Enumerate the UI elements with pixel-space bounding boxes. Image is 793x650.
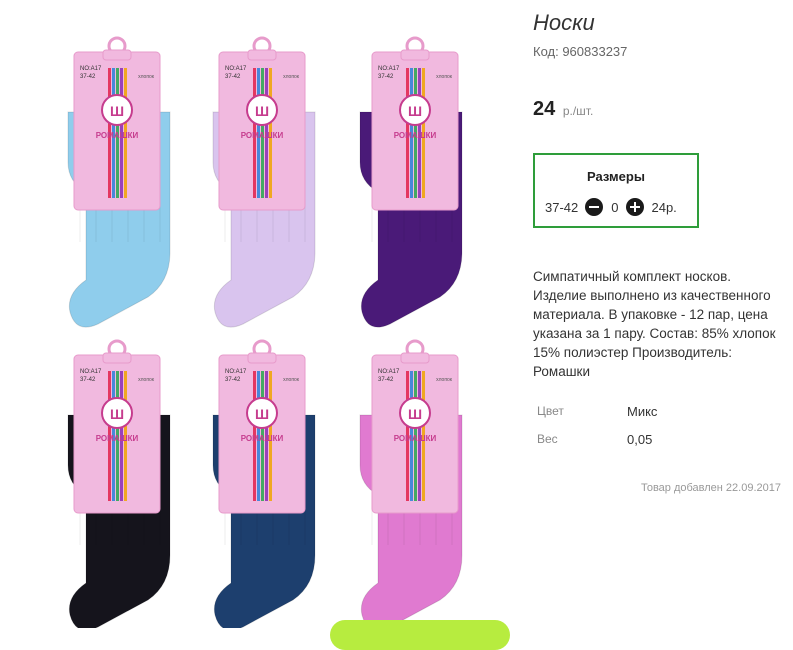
product-photo: Ш РОМАШКИ NO:A17 37-42 хлопок Ш РОМАШКИ NO:A17 3… <box>0 0 520 628</box>
svg-text:NO:A17: NO:A17 <box>378 66 400 72</box>
svg-text:Ш: Ш <box>110 406 124 422</box>
svg-text:хлопок: хлопок <box>436 74 453 80</box>
decrease-quantity-button[interactable] <box>585 198 604 216</box>
svg-text:Ш: Ш <box>408 406 422 422</box>
sock-5: Ш РОМАШКИ NO:A17 37-42 хлопок <box>203 339 343 628</box>
svg-text:РОМАШКИ: РОМАШКИ <box>241 131 284 140</box>
product-price: 24 р./шт. <box>533 98 593 121</box>
svg-text:37-42: 37-42 <box>80 377 96 383</box>
attribute-value: Микс <box>627 404 658 419</box>
price-value: 24 <box>533 98 556 120</box>
product-info: Носки Код: 960833237 24 р./шт. Размеры 3… <box>533 0 793 628</box>
svg-text:хлопок: хлопок <box>138 377 155 383</box>
svg-text:хлопок: хлопок <box>283 377 300 383</box>
quantity-value: 0 <box>611 199 619 215</box>
svg-text:РОМАШКИ: РОМАШКИ <box>96 131 139 140</box>
svg-text:РОМАШКИ: РОМАШКИ <box>96 434 139 443</box>
add-to-cart-button[interactable] <box>330 620 510 650</box>
sock-3: Ш РОМАШКИ NO:A17 37-42 хлопок <box>350 36 490 332</box>
svg-text:37-42: 37-42 <box>225 377 241 383</box>
svg-text:37-42: 37-42 <box>80 74 96 80</box>
sock-2: Ш РОМАШКИ NO:A17 37-42 хлопок <box>203 36 343 332</box>
attribute-label: Вес <box>537 432 558 446</box>
svg-text:хлопок: хлопок <box>138 74 155 80</box>
svg-text:хлопок: хлопок <box>283 74 300 80</box>
svg-text:37-42: 37-42 <box>378 377 394 383</box>
product-title: Носки <box>533 10 595 35</box>
size-row: 37-42 0 24р. <box>545 197 677 217</box>
increase-quantity-button[interactable] <box>626 198 645 216</box>
svg-text:37-42: 37-42 <box>225 74 241 80</box>
product-description: Симпатичный комплект носков. Изделие вып… <box>533 269 776 379</box>
svg-text:Ш: Ш <box>408 103 422 119</box>
sock-1: Ш РОМАШКИ NO:A17 37-42 хлопок <box>58 36 198 332</box>
size-price: 24р. <box>651 199 677 215</box>
svg-text:РОМАШКИ: РОМАШКИ <box>241 434 284 443</box>
size-label: 37-42 <box>545 199 579 215</box>
added-date: Товар добавлен 22.09.2017 <box>640 482 781 494</box>
svg-text:Ш: Ш <box>255 103 269 119</box>
attribute-label: Цвет <box>537 404 564 418</box>
svg-text:РОМАШКИ: РОМАШКИ <box>394 434 437 443</box>
svg-text:NO:A17: NO:A17 <box>378 369 400 375</box>
product-code: Код: 960833237 <box>533 44 628 59</box>
svg-text:NO:A17: NO:A17 <box>80 66 102 72</box>
sock-6: Ш РОМАШКИ NO:A17 37-42 хлопок <box>350 339 490 628</box>
sock-4: Ш РОМАШКИ NO:A17 37-42 хлопок <box>58 339 198 628</box>
svg-text:NO:A17: NO:A17 <box>80 369 102 375</box>
svg-text:37-42: 37-42 <box>378 74 394 80</box>
minus-icon <box>589 206 600 208</box>
sizes-title: Размеры <box>587 169 645 184</box>
price-unit: р./шт. <box>562 104 594 118</box>
svg-text:NO:A17: NO:A17 <box>225 369 247 375</box>
svg-text:РОМАШКИ: РОМАШКИ <box>394 131 437 140</box>
attribute-value: 0,05 <box>627 432 653 447</box>
svg-text:Ш: Ш <box>255 406 269 422</box>
svg-text:хлопок: хлопок <box>436 377 453 383</box>
sizes-box: Размеры 37-42 0 24р. <box>533 153 699 228</box>
svg-text:NO:A17: NO:A17 <box>225 66 247 72</box>
svg-text:Ш: Ш <box>110 103 124 119</box>
